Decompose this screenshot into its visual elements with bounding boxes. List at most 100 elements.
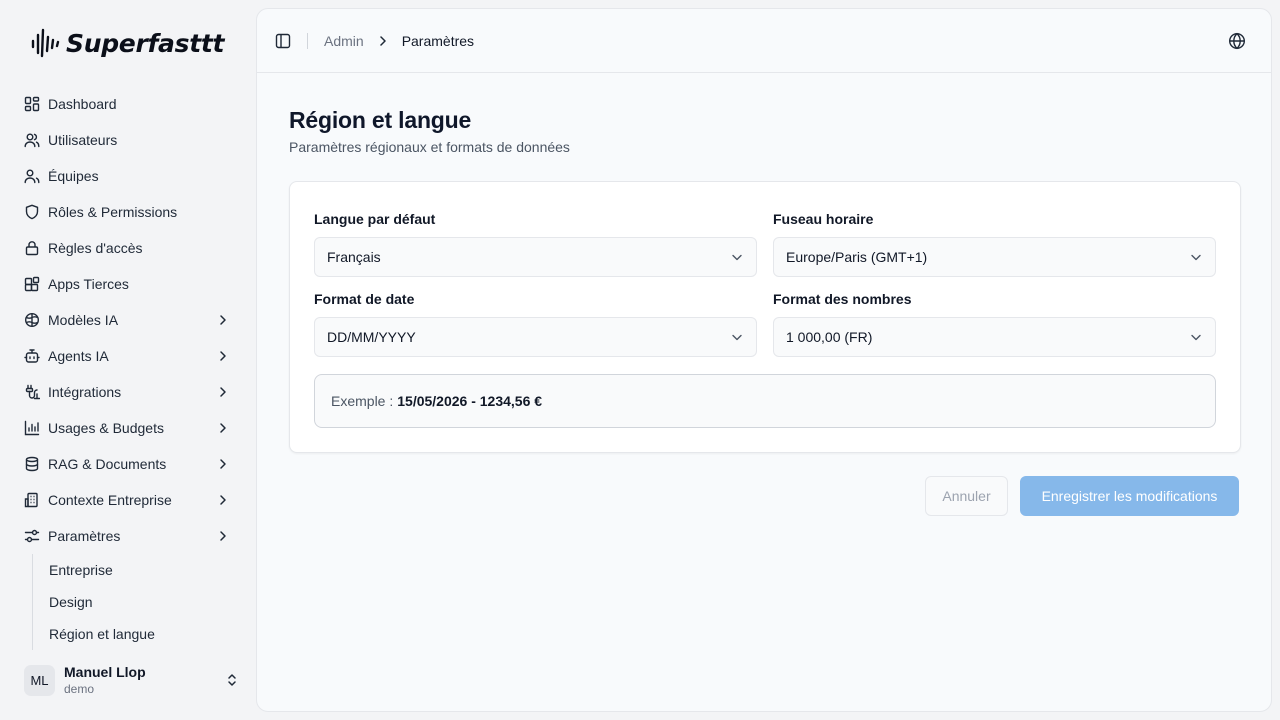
example-value: 15/05/2026 - 1234,56 € — [397, 393, 543, 409]
chevron-right-icon — [379, 35, 386, 46]
number-format-value: 1 000,00 (FR) — [786, 329, 873, 345]
language-value: Français — [327, 249, 381, 265]
brain-icon — [24, 312, 40, 328]
lock-icon — [24, 240, 40, 256]
sidebar-item-label: RAG & Documents — [48, 456, 167, 472]
number-format-select[interactable]: 1 000,00 (FR) — [773, 317, 1216, 357]
sidebar-item-equipes[interactable]: Équipes — [14, 158, 244, 194]
cable-icon — [24, 384, 40, 400]
brand-name: Superfasttt — [66, 28, 225, 58]
timezone-value: Europe/Paris (GMT+1) — [786, 249, 928, 265]
sidebar-item-utilisateurs[interactable]: Utilisateurs — [14, 122, 244, 158]
sidebar: Superfasttt Dashboard Utilisateurs Équip… — [0, 0, 256, 720]
sidebar-toggle-icon[interactable] — [275, 33, 291, 49]
sidebar-item-label: Équipes — [48, 168, 99, 184]
apps-icon — [24, 276, 40, 292]
settings-card: Langue par défaut Français Fuseau horair… — [289, 181, 1241, 453]
chevron-right-icon — [220, 495, 226, 505]
save-button[interactable]: Enregistrer les modifications — [1020, 476, 1239, 516]
date-format-select[interactable]: DD/MM/YYYY — [314, 317, 757, 357]
number-format-label: Format des nombres — [773, 291, 912, 307]
sidebar-item-label: Modèles IA — [48, 312, 119, 328]
sidebar-item-integrations[interactable]: Intégrations — [14, 374, 244, 410]
breadcrumb: Admin Paramètres — [324, 33, 474, 49]
chevron-right-icon — [220, 315, 226, 325]
sidebar-item-rag-documents[interactable]: RAG & Documents — [14, 446, 244, 482]
user-menu[interactable]: ML Manuel Llop demo — [24, 661, 240, 699]
breadcrumb-current: Paramètres — [401, 32, 475, 49]
shield-icon — [24, 204, 40, 220]
globe-icon[interactable] — [1228, 32, 1246, 50]
form-actions: Annuler Enregistrer les modifications — [925, 476, 1239, 516]
avatar: ML — [24, 664, 55, 696]
cancel-button[interactable]: Annuler — [925, 476, 1008, 516]
timezone-field: Fuseau horaire Europe/Paris (GMT+1) — [773, 209, 1216, 277]
language-label: Langue par défaut — [314, 211, 436, 227]
dashboard-icon — [24, 96, 40, 112]
sidebar-item-label: Apps Tierces — [48, 276, 129, 292]
chevron-down-icon — [732, 254, 742, 261]
sidebar-item-dashboard[interactable]: Dashboard — [14, 86, 244, 122]
chevron-right-icon — [220, 531, 226, 541]
settings-sliders-icon — [24, 528, 40, 544]
bot-icon — [24, 348, 40, 364]
sidebar-item-modeles-ia[interactable]: Modèles IA — [14, 302, 244, 338]
brand-logo[interactable]: Superfasttt — [30, 26, 224, 60]
divider — [307, 32, 308, 49]
subnav-item-design[interactable]: Design — [49, 586, 244, 618]
timezone-label: Fuseau horaire — [773, 211, 874, 227]
subnav-item-entreprise[interactable]: Entreprise — [49, 554, 244, 586]
sidebar-item-apps-tierces[interactable]: Apps Tierces — [14, 266, 244, 302]
sidebar-item-label: Contexte Entreprise — [48, 492, 172, 508]
topbar: Admin Paramètres — [257, 9, 1271, 73]
chevron-right-icon — [220, 351, 226, 361]
users-icon — [24, 132, 40, 148]
language-field: Langue par défaut Français — [314, 209, 757, 277]
sidebar-item-label: Rôles & Permissions — [48, 204, 178, 220]
database-icon — [24, 456, 40, 472]
page-content: Région et langue Paramètres régionaux et… — [289, 105, 1241, 453]
chevron-down-icon — [1191, 334, 1201, 341]
date-format-value: DD/MM/YYYY — [327, 329, 416, 345]
chevron-right-icon — [220, 387, 226, 397]
chevrons-up-down-icon — [228, 674, 236, 686]
user-info: Manuel Llop demo — [64, 663, 224, 697]
timezone-select[interactable]: Europe/Paris (GMT+1) — [773, 237, 1216, 277]
language-select[interactable]: Français — [314, 237, 757, 277]
subnav-item-region-langue[interactable]: Région et langue — [49, 618, 244, 650]
sidebar-item-label: Dashboard — [48, 96, 117, 112]
bar-chart-icon — [24, 420, 40, 436]
sidebar-item-label: Paramètres — [48, 528, 121, 544]
main-panel: Admin Paramètres Région et langue Paramè… — [256, 8, 1272, 712]
user-role: demo — [64, 682, 95, 696]
date-format-field: Format de date DD/MM/YYYY — [314, 289, 757, 357]
building-icon — [24, 492, 40, 508]
number-format-field: Format des nombres 1 000,00 (FR) — [773, 289, 1216, 357]
sidebar-item-agents-ia[interactable]: Agents IA — [14, 338, 244, 374]
sound-wave-icon — [31, 28, 60, 58]
breadcrumb-admin[interactable]: Admin — [324, 33, 364, 49]
chevron-down-icon — [732, 334, 742, 341]
settings-subnav: Entreprise Design Région et langue — [32, 554, 244, 650]
sidebar-nav: Dashboard Utilisateurs Équipes Rôles & P… — [14, 86, 244, 650]
team-icon — [24, 168, 40, 184]
format-example: Exemple : 15/05/2026 - 1234,56 € — [314, 374, 1216, 428]
sidebar-item-usages-budgets[interactable]: Usages & Budgets — [14, 410, 244, 446]
sidebar-item-label: Règles d'accès — [48, 240, 143, 256]
page-title: Région et langue — [289, 107, 472, 133]
sidebar-item-regles-acces[interactable]: Règles d'accès — [14, 230, 244, 266]
sidebar-item-label: Intégrations — [48, 384, 122, 400]
page-subtitle: Paramètres régionaux et formats de donné… — [289, 139, 570, 155]
sidebar-item-roles-permissions[interactable]: Rôles & Permissions — [14, 194, 244, 230]
sidebar-item-label: Usages & Budgets — [48, 420, 164, 436]
sidebar-item-parametres[interactable]: Paramètres — [14, 518, 244, 554]
sidebar-item-label: Utilisateurs — [48, 132, 118, 148]
example-label: Exemple : — [331, 393, 394, 409]
sidebar-item-label: Agents IA — [48, 348, 109, 364]
chevron-right-icon — [220, 459, 226, 469]
date-format-label: Format de date — [314, 291, 415, 307]
chevron-right-icon — [220, 423, 226, 433]
chevron-down-icon — [1191, 254, 1201, 261]
sidebar-item-contexte-entreprise[interactable]: Contexte Entreprise — [14, 482, 244, 518]
user-name: Manuel Llop — [64, 664, 146, 680]
